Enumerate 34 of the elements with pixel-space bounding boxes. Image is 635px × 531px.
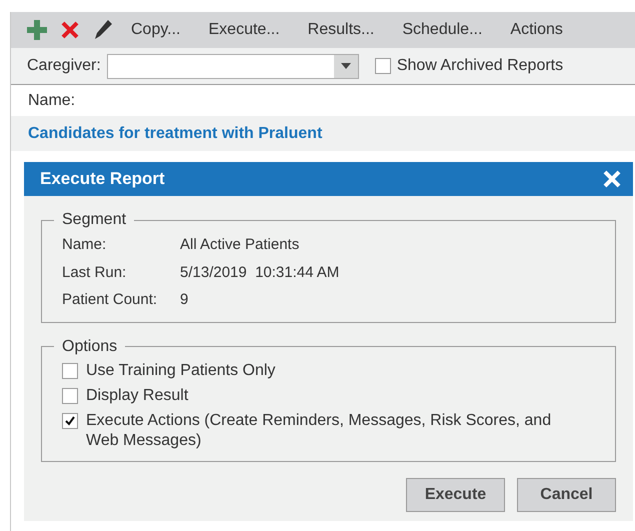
field-value: 5/13/2019 10:31:44 AM xyxy=(180,262,340,282)
caregiver-dropdown[interactable] xyxy=(106,54,359,78)
group-legend: Options xyxy=(54,334,126,358)
field-value: All Active Patients xyxy=(180,235,300,255)
checkbox-label: Execute Actions (Create Reminders, Messages, Risk Scores, and Web Messages) xyxy=(86,410,552,450)
dialog-button[interactable]: Cancel xyxy=(517,478,616,512)
pencil-icon[interactable] xyxy=(93,19,113,41)
group-legend: Segment xyxy=(54,208,134,232)
toolbar-button[interactable]: Results... xyxy=(308,18,374,42)
toolbar-button[interactable]: Schedule... xyxy=(402,18,482,42)
checked-checkbox[interactable] xyxy=(62,412,78,428)
checkbox[interactable] xyxy=(62,362,78,378)
field-label: Last Run: xyxy=(62,262,128,282)
field-label: Name: xyxy=(62,235,108,255)
caregiver-label: Caregiver: xyxy=(27,56,101,76)
dialog-button[interactable]: Execute xyxy=(406,478,505,512)
toolbar-button[interactable]: Copy... xyxy=(131,18,180,42)
checkbox[interactable] xyxy=(62,388,78,404)
close-icon[interactable] xyxy=(603,170,621,188)
toolbar-button[interactable]: Execute... xyxy=(208,18,280,42)
field-value: 9 xyxy=(180,290,188,310)
checkbox-label: Show Archived Reports xyxy=(396,56,564,76)
checkbox-label: Use Training Patients Only xyxy=(86,360,276,380)
toolbar-button[interactable]: Actions xyxy=(510,18,563,42)
delete-icon[interactable] xyxy=(61,21,79,39)
checkbox[interactable] xyxy=(374,58,391,74)
add-icon[interactable] xyxy=(27,20,47,40)
name-label: Name: xyxy=(28,90,76,110)
report-name: Candidates for treatment with Praluent xyxy=(28,124,322,144)
field-label: Patient Count: xyxy=(62,290,158,310)
dialog-title: Execute Report xyxy=(40,168,165,190)
report-row[interactable]: Candidates for treatment with Praluent xyxy=(11,116,635,151)
dropdown-arrow-icon xyxy=(340,63,351,69)
checkbox-label: Display Result xyxy=(86,386,190,406)
